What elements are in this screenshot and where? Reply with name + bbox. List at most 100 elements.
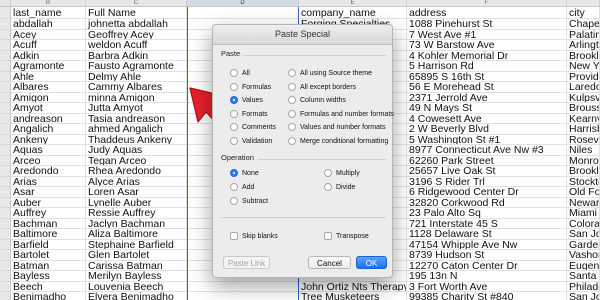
operation-subtract-radio[interactable]: Subtract	[230, 196, 268, 206]
table-cell[interactable]: Adkin	[11, 50, 86, 61]
table-cell[interactable]: Delmy Ahle	[86, 71, 187, 82]
header-cell[interactable]: address	[407, 7, 567, 19]
row-header[interactable]	[0, 155, 11, 166]
row-header[interactable]	[0, 176, 11, 187]
table-cell[interactable]: Glen Bartolet	[86, 250, 187, 261]
table-cell[interactable]: johnetta abdallah	[86, 19, 187, 30]
table-cell[interactable]: 62260 Park Street	[407, 155, 567, 166]
table-cell[interactable]: Ressie Auffrey	[86, 208, 187, 219]
table-cell[interactable]	[187, 292, 299, 300]
row-header[interactable]	[0, 218, 11, 229]
table-cell[interactable]: Arceo	[11, 155, 86, 166]
table-cell[interactable]: Agramonte	[11, 61, 86, 72]
table-cell[interactable]: 1088 Pinehurst St	[407, 19, 567, 30]
table-cell[interactable]: 2371 Jerrold Ave	[407, 92, 567, 103]
table-cell[interactable]: Tasia andreason	[86, 113, 187, 124]
table-cell[interactable]: Auffrey	[11, 208, 86, 219]
paste-validation-radio[interactable]: Validation	[230, 136, 272, 146]
table-cell[interactable]: Elvera Benimadho	[86, 292, 187, 300]
table-cell[interactable]: Colorad	[567, 218, 600, 229]
table-cell[interactable]: Niles	[567, 145, 600, 156]
table-cell[interactable]: Amigon	[11, 92, 86, 103]
paste-column-widths-radio[interactable]: Column widths	[288, 95, 346, 105]
paste-link-button[interactable]: Paste Link	[223, 256, 270, 269]
table-cell[interactable]: San Jos	[567, 229, 600, 240]
table-cell[interactable]: Bachman	[11, 218, 86, 229]
skip-blanks-checkbox[interactable]: Skip blanks	[230, 231, 278, 241]
operation-multiply-radio[interactable]: Multiply	[324, 168, 360, 178]
row-header[interactable]	[0, 92, 11, 103]
table-cell[interactable]: Auber	[11, 197, 86, 208]
table-cell[interactable]: 7 West Ave #1	[407, 29, 567, 40]
table-cell[interactable]: minna Amigon	[86, 92, 187, 103]
table-cell[interactable]: Lynelle Auber	[86, 197, 187, 208]
table-cell[interactable]: Harrisbu	[567, 124, 600, 135]
operation-add-radio[interactable]: Add	[230, 182, 254, 192]
table-cell[interactable]: Loren Asar	[86, 187, 187, 198]
cancel-button[interactable]: Cancel	[308, 256, 351, 269]
table-cell[interactable]: 47154 Whipple Ave Nw	[407, 239, 567, 250]
table-cell[interactable]: 3196 S Rider Trl	[407, 176, 567, 187]
row-header[interactable]	[0, 50, 11, 61]
paste-except-borders-radio[interactable]: All except borders	[288, 82, 356, 92]
table-cell[interactable]: Santa Cl	[567, 271, 600, 282]
row-header[interactable]	[0, 7, 11, 19]
table-cell[interactable]: Newark	[567, 197, 600, 208]
table-cell[interactable]: 4 Kohler Memorial Dr	[407, 50, 567, 61]
table-cell[interactable]: 8739 Hudson St	[407, 250, 567, 261]
row-header[interactable]	[0, 40, 11, 51]
table-cell[interactable]	[187, 281, 299, 292]
row-header[interactable]	[0, 19, 11, 30]
table-cell[interactable]: 73 W Barstow Ave	[407, 40, 567, 51]
table-cell[interactable]: Aliza Baltimore	[86, 229, 187, 240]
operation-divide-radio[interactable]: Divide	[324, 182, 355, 192]
ok-button[interactable]: OK	[356, 256, 387, 269]
table-cell[interactable]: Asar	[11, 187, 86, 198]
paste-comments-radio[interactable]: Comments	[230, 122, 276, 132]
table-cell[interactable]: Judy Aquas	[86, 145, 187, 156]
table-cell[interactable]: weldon Acuff	[86, 40, 187, 51]
table-cell[interactable]: Gardena	[567, 239, 600, 250]
table-cell[interactable]: 65895 S 16th St	[407, 71, 567, 82]
table-cell[interactable]: Providen	[567, 71, 600, 82]
table-cell[interactable]: Louvenia Beech	[86, 281, 187, 292]
transpose-checkbox[interactable]: Transpose	[324, 231, 369, 241]
table-cell[interactable]: 49 N Mays St	[407, 103, 567, 114]
row-header[interactable]	[0, 124, 11, 135]
table-cell[interactable]: Miami	[567, 208, 600, 219]
table-cell[interactable]: 721 Interstate 45 S	[407, 218, 567, 229]
paste-merge-conditional-radio[interactable]: Merge conditional formatting	[288, 136, 388, 146]
table-cell[interactable]: Rhea Aredondo	[86, 166, 187, 177]
table-cell[interactable]: Acey	[11, 29, 86, 40]
row-header[interactable]	[0, 166, 11, 177]
table-cell[interactable]: Bayless	[11, 271, 86, 282]
table-cell[interactable]: Batman	[11, 260, 86, 271]
table-cell[interactable]: Aredondo	[11, 166, 86, 177]
header-cell[interactable]: company_name	[299, 7, 407, 19]
table-cell[interactable]: Aquas	[11, 145, 86, 156]
table-cell[interactable]: Benimadho	[11, 292, 86, 300]
table-cell[interactable]: San Jos	[567, 292, 600, 300]
table-cell[interactable]: Arlingto	[567, 40, 600, 51]
table-cell[interactable]: Tree Musketeers	[299, 292, 407, 300]
table-cell[interactable]: Fausto Agramonte	[86, 61, 187, 72]
table-cell[interactable]: abdallah	[11, 19, 86, 30]
table-cell[interactable]: Vashon	[567, 250, 600, 261]
table-cell[interactable]: Barfield	[11, 239, 86, 250]
row-header[interactable]	[0, 103, 11, 114]
operation-none-radio[interactable]: None	[230, 168, 259, 178]
table-cell[interactable]: Ankeny	[11, 134, 86, 145]
table-cell[interactable]: New Yor	[567, 61, 600, 72]
table-cell[interactable]: Bartolet	[11, 250, 86, 261]
table-cell[interactable]: Jaclyn Bachman	[86, 218, 187, 229]
column-header-b[interactable]: B	[11, 0, 86, 7]
table-cell[interactable]: Old Forg	[567, 187, 600, 198]
table-cell[interactable]: Ahle	[11, 71, 86, 82]
table-cell[interactable]: 3 Fort Worth Ave	[407, 281, 567, 292]
row-header[interactable]	[0, 134, 11, 145]
row-header[interactable]	[0, 82, 11, 93]
table-cell[interactable]: Roseville	[567, 134, 600, 145]
row-header[interactable]	[0, 250, 11, 261]
table-cell[interactable]: 6 Ridgewood Center Dr	[407, 187, 567, 198]
row-header[interactable]	[0, 145, 11, 156]
